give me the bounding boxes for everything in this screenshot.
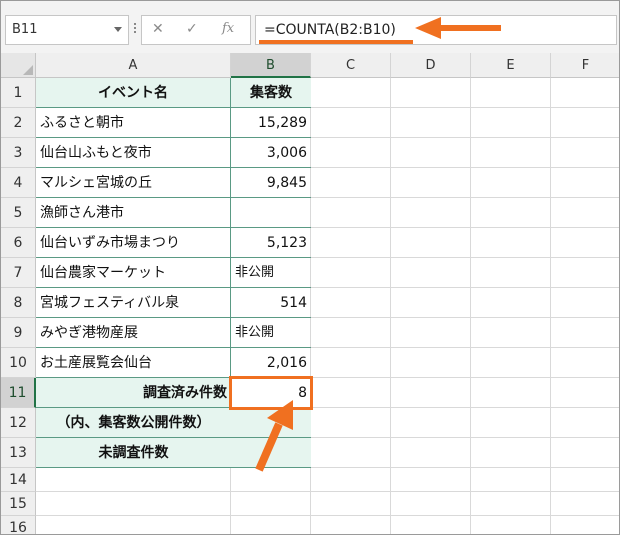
gridline xyxy=(311,227,619,228)
cell-a5[interactable]: 漁師さん港市 xyxy=(36,198,231,228)
gridline xyxy=(230,468,231,534)
row-header-1[interactable]: 1 xyxy=(1,78,36,108)
cell-b3[interactable]: 3,006 xyxy=(231,138,311,168)
gridline xyxy=(311,467,619,468)
row-header-9[interactable]: 9 xyxy=(1,318,36,348)
row-header-13[interactable]: 13 xyxy=(1,438,36,468)
cell-b2[interactable]: 15,289 xyxy=(231,108,311,138)
enter-icon[interactable]: ✓ xyxy=(186,21,198,37)
drag-handle-icon[interactable] xyxy=(133,23,137,37)
arrow-line xyxy=(439,25,501,31)
row-header-4[interactable]: 4 xyxy=(1,168,36,198)
cell-a10[interactable]: お土産展覧会仙台 xyxy=(36,348,231,378)
row-header-7[interactable]: 7 xyxy=(1,258,36,288)
column-header-d[interactable]: D xyxy=(391,53,471,78)
cell-b5[interactable] xyxy=(231,198,311,228)
row-header-15[interactable]: 15 xyxy=(1,492,36,516)
insert-function-icon[interactable]: fx xyxy=(222,21,234,36)
formula-highlight xyxy=(259,40,413,44)
column-header-a[interactable]: A xyxy=(36,53,231,78)
gridline xyxy=(311,317,619,318)
cell-a4[interactable]: マルシェ宮城の丘 xyxy=(36,168,231,198)
row-header-11[interactable]: 11 xyxy=(1,378,36,408)
row-header-16[interactable]: 16 xyxy=(1,516,36,534)
row-header-14[interactable]: 14 xyxy=(1,468,36,492)
spreadsheet-window: B11 ✕ ✓ fx =COUNTA(B2:B10) A B C D E F 1… xyxy=(0,0,620,535)
row-header-8[interactable]: 8 xyxy=(1,288,36,318)
arrow-left-icon xyxy=(415,17,441,39)
cell-a3[interactable]: 仙台山ふもと夜市 xyxy=(36,138,231,168)
cell-a9[interactable]: みやぎ港物産展 xyxy=(36,318,231,348)
gridline xyxy=(311,167,619,168)
cell-a6[interactable]: 仙台いずみ市場まつり xyxy=(36,228,231,258)
gridline xyxy=(36,515,619,516)
cell-a2[interactable]: ふるさと朝市 xyxy=(36,108,231,138)
gridline xyxy=(311,287,619,288)
cell-a8[interactable]: 宮城フェスティバル泉 xyxy=(36,288,231,318)
formula-buttons: ✕ ✓ fx xyxy=(141,15,251,45)
row-header-3[interactable]: 3 xyxy=(1,138,36,168)
row-header-12[interactable]: 12 xyxy=(1,408,36,438)
cell-a1[interactable]: イベント名 xyxy=(36,78,231,108)
column-header-c[interactable]: C xyxy=(311,53,391,78)
gridline xyxy=(311,377,619,378)
formula-bar: B11 ✕ ✓ fx =COUNTA(B2:B10) xyxy=(1,1,619,53)
gridline xyxy=(36,491,619,492)
row-header-6[interactable]: 6 xyxy=(1,228,36,258)
chevron-down-icon[interactable] xyxy=(114,27,122,32)
cell-b1[interactable]: 集客数 xyxy=(231,78,311,108)
gridline xyxy=(311,197,619,198)
cell-b10[interactable]: 2,016 xyxy=(231,348,311,378)
row-header-2[interactable]: 2 xyxy=(1,108,36,138)
cell-a12[interactable]: （内、集客数公開件数） xyxy=(36,408,231,438)
name-box-value: B11 xyxy=(12,22,38,37)
cell-a13[interactable]: 未調査件数 xyxy=(36,438,231,468)
column-header-f[interactable]: F xyxy=(551,53,619,78)
cell-a11[interactable]: 調査済み件数 xyxy=(36,378,231,408)
row-header-5[interactable]: 5 xyxy=(1,198,36,228)
column-header-b[interactable]: B xyxy=(231,53,311,78)
select-all-button[interactable] xyxy=(1,53,36,78)
cell-b7[interactable]: 非公開 xyxy=(231,258,311,288)
gridline xyxy=(311,137,619,138)
cell-a7[interactable]: 仙台農家マーケット xyxy=(36,258,231,288)
gridline xyxy=(311,107,619,108)
gridline xyxy=(311,347,619,348)
cell-b4[interactable]: 9,845 xyxy=(231,168,311,198)
cell-b9[interactable]: 非公開 xyxy=(231,318,311,348)
gridline xyxy=(311,257,619,258)
name-box[interactable]: B11 xyxy=(5,15,129,45)
row-header-10[interactable]: 10 xyxy=(1,348,36,378)
arrow-up-icon xyxy=(255,400,293,472)
cell-b8[interactable]: 514 xyxy=(231,288,311,318)
cancel-icon[interactable]: ✕ xyxy=(152,21,164,37)
column-header-e[interactable]: E xyxy=(471,53,551,78)
gridline xyxy=(311,437,619,438)
gridline xyxy=(311,407,619,408)
cell-b6[interactable]: 5,123 xyxy=(231,228,311,258)
